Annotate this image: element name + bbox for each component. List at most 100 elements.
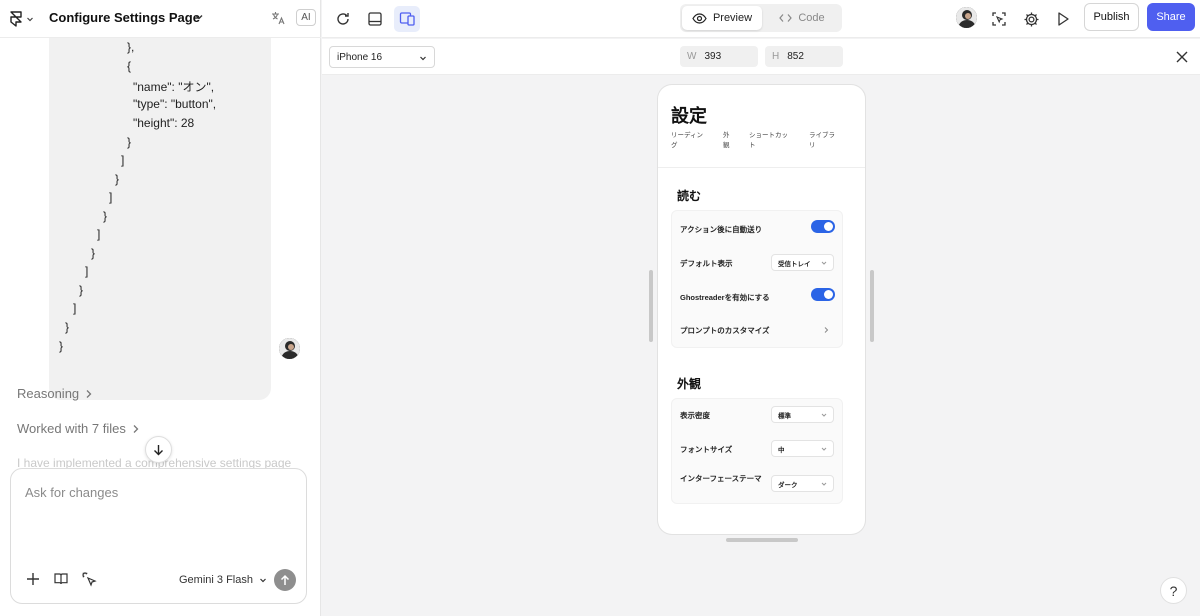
close-icon[interactable] xyxy=(1174,49,1190,65)
arrow-up-icon xyxy=(280,574,290,585)
tab-reading[interactable]: リーディング xyxy=(671,131,709,151)
avatar[interactable] xyxy=(956,7,977,28)
tab-code[interactable]: Code xyxy=(764,6,840,30)
theme-select[interactable]: ダーク xyxy=(771,475,834,492)
scroll-down-button[interactable] xyxy=(145,436,172,463)
ai-badge[interactable]: AI xyxy=(296,9,316,26)
height-field[interactable]: H 852 xyxy=(765,46,843,67)
tab-preview-label: Preview xyxy=(712,12,753,24)
height-label: H xyxy=(772,51,780,62)
device-name: iPhone 16 xyxy=(337,51,383,63)
chevron-down-icon xyxy=(821,261,827,265)
prompt-custom-label[interactable]: プロンプトのカスタマイズ xyxy=(680,325,770,336)
files-toggle[interactable]: Worked with 7 files xyxy=(17,421,140,436)
tab-preview[interactable]: Preview xyxy=(682,6,762,30)
device-preview: 設定 リーディング 外観 ショートカット ライブラリ 読む アクション後に自動送… xyxy=(658,85,865,534)
chat-input[interactable]: Ask for changes xyxy=(25,485,118,500)
chevron-down-icon xyxy=(260,578,266,583)
page-title: 設定 xyxy=(671,106,707,126)
view-mode-toggle: Preview Code xyxy=(680,4,842,32)
framer-logo-icon[interactable] xyxy=(10,10,36,28)
code-line: "height": 28 xyxy=(133,116,195,130)
refresh-button[interactable] xyxy=(330,6,356,32)
height-value: 852 xyxy=(787,51,804,62)
share-button[interactable]: Share xyxy=(1147,3,1195,31)
chat-panel: Configure Settings Page AI }, { "name": … xyxy=(0,0,321,616)
device-bar: iPhone 16 W 393 H 852 xyxy=(322,39,1200,75)
chevron-right-icon xyxy=(133,424,139,433)
font-size-select[interactable]: 中 xyxy=(771,440,834,457)
reading-settings-card: アクション後に自動送り デフォルト表示 受信トレイ Ghostreaderを有効… xyxy=(671,210,843,348)
chevron-right-icon xyxy=(86,389,92,398)
chevron-down-icon xyxy=(821,447,827,451)
run-button[interactable] xyxy=(1050,6,1076,32)
responsive-view-button[interactable] xyxy=(394,6,420,32)
auto-advance-label: アクション後に自動送り xyxy=(680,225,763,234)
code-line: ] xyxy=(85,264,89,278)
reasoning-label: Reasoning xyxy=(17,386,80,401)
code-line: } xyxy=(79,283,84,297)
width-label: W xyxy=(687,51,697,62)
devices-icon xyxy=(399,12,415,26)
cursor-select-icon[interactable] xyxy=(81,571,97,587)
tab-appearance[interactable]: 外観 xyxy=(723,131,732,151)
density-label: 表示密度 xyxy=(680,411,710,420)
resize-handle-right[interactable] xyxy=(870,270,874,342)
settings-button[interactable] xyxy=(1018,6,1044,32)
code-line: { xyxy=(127,59,132,73)
files-label: Worked with 7 files xyxy=(17,421,126,436)
reasoning-toggle[interactable]: Reasoning xyxy=(17,386,93,401)
code-icon xyxy=(779,14,793,22)
arrow-down-icon xyxy=(154,444,163,455)
code-line: ] xyxy=(73,301,77,315)
chat-header: Configure Settings Page AI xyxy=(0,0,321,38)
chevron-down-icon xyxy=(821,413,827,417)
translate-icon[interactable] xyxy=(270,10,286,26)
width-value: 393 xyxy=(704,51,722,62)
plus-icon[interactable] xyxy=(25,571,41,587)
code-line: } xyxy=(127,135,132,149)
user-message-bubble: }, { "name": "オン", "type": "button", "he… xyxy=(49,38,271,400)
gear-icon xyxy=(1024,12,1038,26)
ghostreader-toggle[interactable] xyxy=(811,288,835,301)
chevron-down-icon[interactable] xyxy=(194,12,204,22)
code-line: } xyxy=(115,172,120,186)
font-size-value: 中 xyxy=(778,446,785,454)
send-button[interactable] xyxy=(274,569,296,591)
theme-label: インターフェーステーマ xyxy=(680,474,762,483)
model-select[interactable]: Gemini 3 Flash xyxy=(179,574,267,586)
resize-handle-left[interactable] xyxy=(649,270,653,342)
chevron-down-icon xyxy=(420,56,426,61)
project-title[interactable]: Configure Settings Page xyxy=(49,10,200,25)
code-line: ] xyxy=(121,153,125,167)
play-icon xyxy=(1058,12,1069,26)
density-select[interactable]: 標準 xyxy=(771,406,834,423)
chevron-down-icon xyxy=(821,482,827,486)
avatar xyxy=(279,338,300,359)
screenshot-select-button[interactable] xyxy=(986,6,1012,32)
code-line: } xyxy=(59,339,64,353)
section-title-appearance: 外観 xyxy=(677,377,702,391)
scan-icon xyxy=(992,12,1006,26)
help-button[interactable]: ? xyxy=(1160,577,1187,604)
chat-scroll-area[interactable]: }, { "name": "オン", "type": "button", "he… xyxy=(0,38,321,468)
width-field[interactable]: W 393 xyxy=(680,46,758,67)
device-select[interactable]: iPhone 16 xyxy=(329,46,435,68)
default-view-label: デフォルト表示 xyxy=(680,259,733,268)
default-view-select[interactable]: 受信トレイ xyxy=(771,254,834,271)
tab-library[interactable]: ライブラリ xyxy=(809,131,839,151)
auto-advance-toggle[interactable] xyxy=(811,220,835,233)
tab-shortcuts[interactable]: ショートカット xyxy=(749,131,793,151)
code-line: ] xyxy=(97,227,101,241)
chevron-right-icon[interactable] xyxy=(822,326,830,334)
resize-handle-bottom[interactable] xyxy=(726,538,798,542)
book-icon[interactable] xyxy=(53,571,69,587)
ghostreader-label: Ghostreaderを有効にする xyxy=(680,293,770,302)
preview-canvas: 設定 リーディング 外観 ショートカット ライブラリ 読む アクション後に自動送… xyxy=(322,76,1200,616)
publish-button[interactable]: Publish xyxy=(1084,3,1139,31)
refresh-icon xyxy=(337,13,349,25)
panel-bottom-icon xyxy=(368,12,382,26)
code-line: "type": "button", xyxy=(133,97,217,111)
code-line: }, xyxy=(127,40,135,54)
layout-toggle-button[interactable] xyxy=(362,6,388,32)
